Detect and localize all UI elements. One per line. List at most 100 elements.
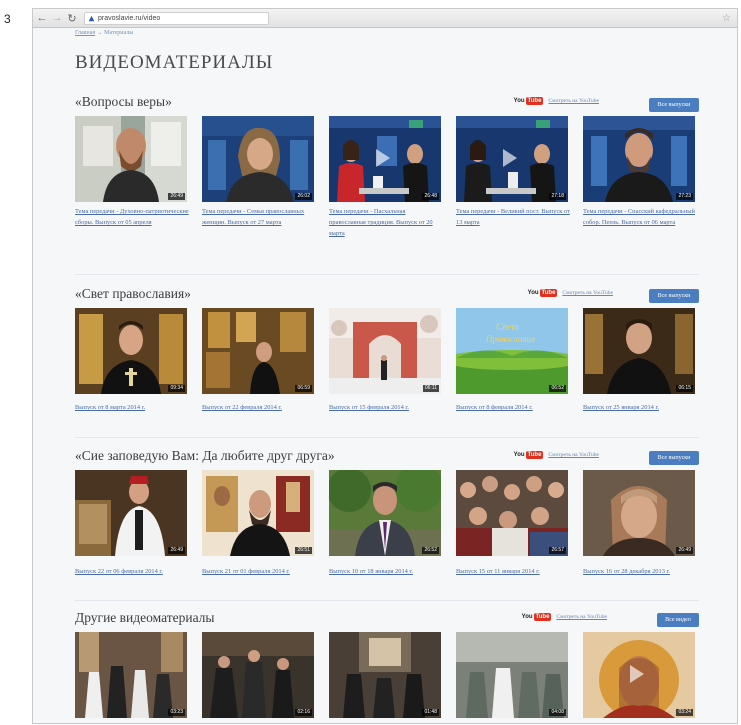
youtube-link[interactable]: You Tube Смотреть на YouTube bbox=[528, 289, 613, 297]
youtube-icon: You Tube bbox=[521, 613, 552, 621]
breadcrumb: Главная → Материалы bbox=[75, 30, 134, 36]
video-duration: 26:52 bbox=[422, 547, 439, 554]
video-duration: 27:23 bbox=[676, 193, 693, 200]
video-thumbnail[interactable]: 09:34 bbox=[75, 308, 187, 394]
video-duration: 26:02 bbox=[295, 193, 312, 200]
video-image bbox=[202, 116, 314, 202]
youtube-link-text: Смотреть на YouTube bbox=[548, 452, 599, 458]
video-duration: 02:16 bbox=[295, 709, 312, 716]
video-duration: 04:08 bbox=[549, 709, 566, 716]
video-duration: 26:48 bbox=[422, 193, 439, 200]
video-caption-link[interactable]: Выпуск от 25 января 2014 г. bbox=[583, 402, 697, 413]
video-caption-link[interactable]: Тема передачи - Великий пост. Выпуск от … bbox=[456, 206, 570, 228]
back-icon[interactable]: ← bbox=[36, 12, 48, 24]
play-icon bbox=[630, 665, 644, 683]
video-image: Свет Православия bbox=[456, 308, 568, 394]
video-caption-link[interactable]: Выпуск от 8 марта 2014 г. bbox=[75, 402, 189, 413]
page-title: ВИДЕОМАТЕРИАЛЫ bbox=[75, 52, 274, 73]
video-thumbnail[interactable]: 26:02 bbox=[202, 116, 314, 202]
section-svet-pravoslaviya: «Свет православия» You Tube Смотреть на Y… bbox=[75, 286, 699, 436]
video-duration: 26:49 bbox=[676, 547, 693, 554]
youtube-link[interactable]: You Tube Смотреть на YouTube bbox=[514, 451, 599, 459]
video-image bbox=[75, 116, 187, 202]
video-image bbox=[456, 632, 568, 718]
video-caption-link[interactable]: Тема передачи - Пасхальная православная … bbox=[329, 206, 443, 239]
all-videos-button[interactable]: Все видео bbox=[657, 613, 699, 627]
play-icon bbox=[503, 149, 517, 167]
all-episodes-button[interactable]: Все выпуски bbox=[649, 289, 699, 303]
video-thumbnail[interactable]: 01:48 bbox=[329, 632, 441, 718]
video-image bbox=[329, 632, 441, 718]
video-image bbox=[202, 308, 314, 394]
video-thumbnail[interactable]: 04:08 bbox=[456, 632, 568, 718]
video-thumbnail[interactable]: 26:48 bbox=[329, 116, 441, 202]
svg-text:Православия: Православия bbox=[485, 334, 535, 344]
video-caption-link[interactable]: Выпуск 22 от 06 февраля 2014 г. bbox=[75, 566, 189, 577]
video-caption-link[interactable]: Выпуск от 15 февраля 2014 г. bbox=[329, 402, 443, 413]
address-text: pravoslavie.ru/video bbox=[98, 14, 161, 22]
video-caption-link[interactable]: Выпуск 16 от 28 декабря 2013 г. bbox=[583, 566, 697, 577]
video-duration: 01:48 bbox=[422, 709, 439, 716]
video-thumbnail[interactable]: 26:57 bbox=[456, 470, 568, 556]
youtube-link[interactable]: You Tube Смотреть на YouTube bbox=[514, 97, 599, 105]
video-caption-link[interactable]: Выпуск 21 от 01 февраля 2014 г. bbox=[202, 566, 316, 577]
section-sie-zapoveduyu: «Сие заповедую Вам: Да любите друг друга… bbox=[75, 448, 699, 598]
figure-number: 3 bbox=[4, 12, 11, 26]
reload-icon[interactable]: ↻ bbox=[66, 12, 78, 25]
video-thumbnail[interactable]: 03:23 bbox=[75, 632, 187, 718]
site-icon bbox=[88, 15, 95, 21]
video-thumbnail[interactable]: Свет Православия 06:52 bbox=[456, 308, 568, 394]
all-episodes-button[interactable]: Все выпуски bbox=[649, 451, 699, 465]
video-caption-link[interactable]: Выпуск от 22 февраля 2014 г. bbox=[202, 402, 316, 413]
youtube-icon: You Tube bbox=[513, 97, 544, 105]
youtube-icon: You Tube bbox=[527, 289, 558, 297]
all-episodes-button[interactable]: Все выпуски bbox=[649, 98, 699, 112]
video-duration: 03:23 bbox=[168, 709, 185, 716]
youtube-link[interactable]: You Tube Смотреть на YouTube bbox=[522, 613, 607, 621]
bookmark-star-icon[interactable]: ☆ bbox=[722, 13, 731, 24]
video-image bbox=[202, 470, 314, 556]
video-duration: 03:24 bbox=[676, 709, 693, 716]
video-thumbnail[interactable]: 26:49 bbox=[75, 116, 187, 202]
video-thumbnail[interactable]: 27:23 bbox=[583, 116, 695, 202]
video-duration: 26:49 bbox=[168, 193, 185, 200]
section-voprosy-very: «Вопросы веры» You Tube Смотреть на YouTu… bbox=[75, 94, 699, 274]
address-bar[interactable]: pravoslavie.ru/video bbox=[84, 11, 269, 25]
video-duration: 06:59 bbox=[295, 385, 312, 392]
video-image bbox=[456, 470, 568, 556]
video-thumbnail[interactable]: 27:18 bbox=[456, 116, 568, 202]
video-image bbox=[75, 308, 187, 394]
play-icon bbox=[376, 149, 390, 167]
video-thumbnail[interactable]: 26:49 bbox=[75, 470, 187, 556]
youtube-link-text: Смотреть на YouTube bbox=[562, 290, 613, 296]
video-caption-link[interactable]: Тема передачи - Духовно-патриотические с… bbox=[75, 206, 189, 228]
video-caption-link[interactable]: Выпуск 15 от 11 января 2014 г. bbox=[456, 566, 570, 577]
video-thumbnail[interactable]: 06:15 bbox=[583, 308, 695, 394]
forward-icon[interactable]: → bbox=[51, 12, 63, 24]
video-thumbnail[interactable]: 02:16 bbox=[202, 632, 314, 718]
video-image bbox=[583, 116, 695, 202]
video-thumbnail[interactable]: 06:11 bbox=[329, 308, 441, 394]
youtube-link-text: Смотреть на YouTube bbox=[548, 98, 599, 104]
video-thumbnail[interactable]: 26:51 bbox=[202, 470, 314, 556]
video-image bbox=[75, 470, 187, 556]
breadcrumb-home-link[interactable]: Главная bbox=[75, 30, 95, 36]
youtube-icon: You Tube bbox=[513, 451, 544, 459]
video-image bbox=[583, 470, 695, 556]
video-thumbnail[interactable]: 26:49 bbox=[583, 470, 695, 556]
video-caption-link[interactable]: Выпуск от 8 февраля 2014 г. bbox=[456, 402, 570, 413]
video-thumbnail[interactable]: 03:24 bbox=[583, 632, 695, 718]
video-duration: 26:49 bbox=[168, 547, 185, 554]
video-thumbnail[interactable]: 26:52 bbox=[329, 470, 441, 556]
video-caption-link[interactable]: Тема передачи - Семья православных женщи… bbox=[202, 206, 316, 228]
video-caption-link[interactable]: Тема передачи - Спасский кафедральный со… bbox=[583, 206, 697, 228]
video-duration: 06:52 bbox=[549, 385, 566, 392]
section-divider bbox=[75, 274, 699, 275]
video-caption-link[interactable]: Выпуск 10 от 18 января 2014 г. bbox=[329, 566, 443, 577]
video-image bbox=[329, 470, 441, 556]
video-thumbnail[interactable]: 06:59 bbox=[202, 308, 314, 394]
video-duration: 06:15 bbox=[676, 385, 693, 392]
video-image bbox=[202, 632, 314, 718]
section-divider bbox=[75, 600, 699, 601]
browser-toolbar: ← → ↻ pravoslavie.ru/video ☆ bbox=[33, 9, 737, 28]
